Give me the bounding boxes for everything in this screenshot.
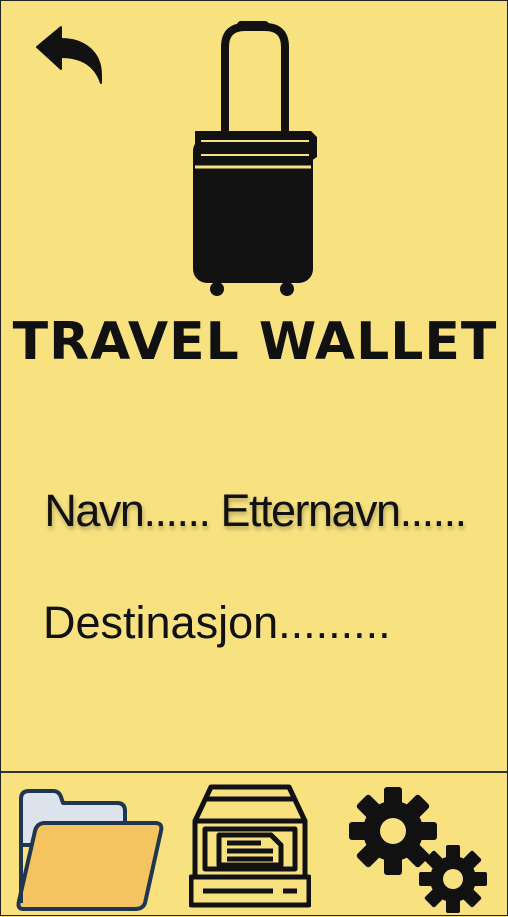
gears-icon	[349, 787, 487, 913]
suitcase-icon	[193, 21, 317, 296]
app-screen: TRAVEL WALLET Navn...... Etternavn......…	[0, 0, 508, 916]
back-button[interactable]	[35, 25, 105, 87]
scanner-icon	[189, 784, 311, 908]
bottom-nav	[1, 773, 508, 917]
folder-icon	[16, 789, 164, 911]
documents-button[interactable]	[13, 785, 165, 915]
back-arrow-icon	[36, 26, 102, 84]
destination-field[interactable]: Destinasjon.........	[43, 591, 391, 655]
app-title: TRAVEL WALLET	[12, 312, 498, 372]
scan-button[interactable]	[189, 781, 311, 913]
traveler-name-field[interactable]: Navn...... Etternavn......	[1, 479, 508, 543]
suitcase-logo	[187, 19, 319, 299]
settings-button[interactable]	[349, 787, 493, 915]
